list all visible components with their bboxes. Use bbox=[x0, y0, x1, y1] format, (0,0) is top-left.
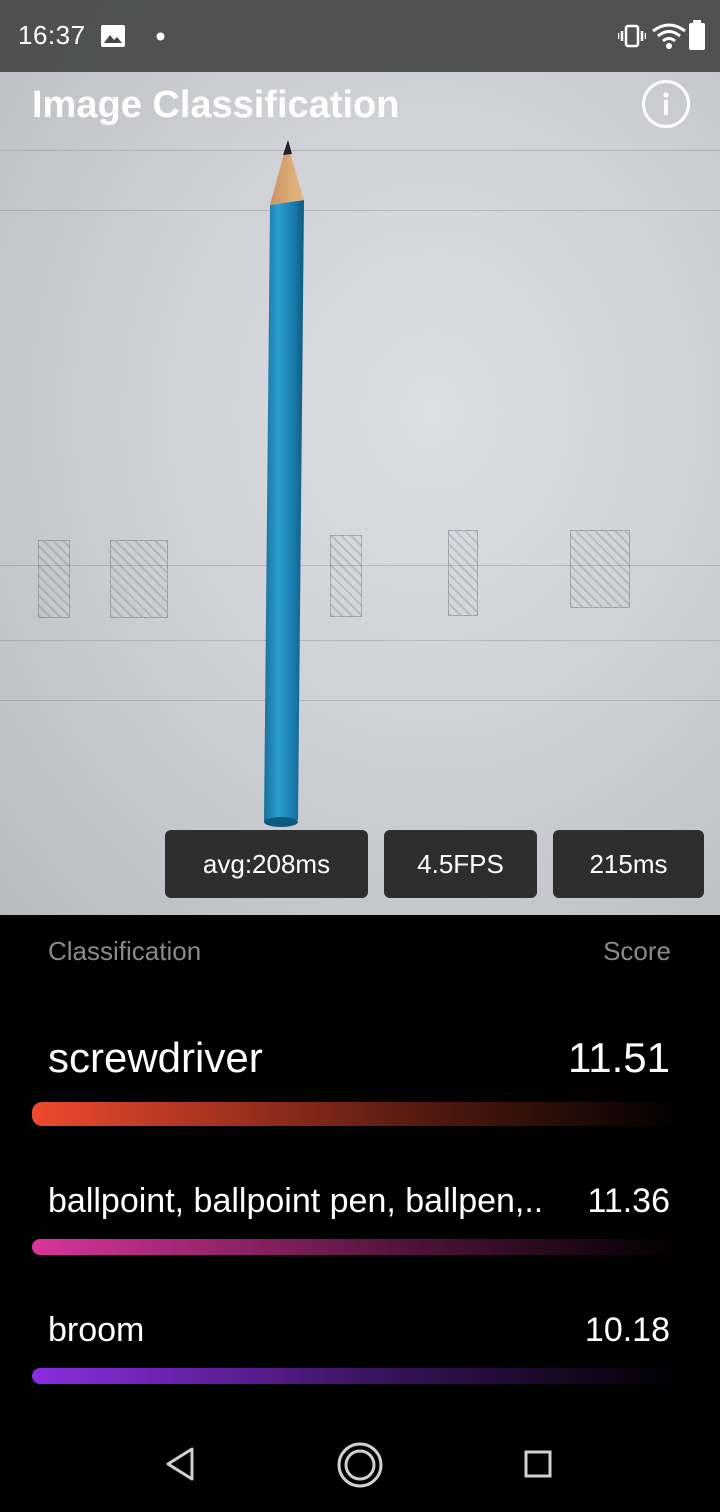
vibrate-icon bbox=[618, 24, 646, 48]
result-score: 10.18 bbox=[584, 1311, 670, 1349]
avg-latency-chip: avg:208ms bbox=[165, 830, 368, 898]
battery-icon bbox=[689, 20, 705, 50]
latency-chip: 215ms bbox=[553, 830, 704, 898]
result-score: 11.36 bbox=[587, 1182, 670, 1220]
dot-icon bbox=[156, 32, 165, 41]
avg-latency-text: avg:208ms bbox=[202, 848, 331, 879]
result-score: 11.51 bbox=[568, 1034, 670, 1081]
status-bar: 16:37 bbox=[0, 0, 720, 72]
result-label: broom bbox=[48, 1311, 145, 1349]
result-label: screwdriver bbox=[48, 1034, 263, 1081]
result-score-bar bbox=[32, 1239, 682, 1255]
recents-icon[interactable] bbox=[524, 1450, 552, 1478]
result-score-bar bbox=[32, 1368, 682, 1384]
latency-text: 215ms bbox=[589, 848, 668, 879]
classification-header: Classification bbox=[48, 936, 202, 966]
score-header: Score bbox=[603, 936, 671, 966]
pencil-image bbox=[264, 140, 304, 827]
info-icon[interactable] bbox=[642, 80, 690, 128]
camera-preview: 16:37 Image Classification avg:208ms 4.5… bbox=[0, 0, 720, 915]
app-title: Image Classification bbox=[32, 84, 400, 126]
result-score-bar bbox=[32, 1102, 682, 1126]
image-icon bbox=[101, 25, 125, 47]
status-time: 16:37 bbox=[18, 20, 86, 50]
wifi-icon bbox=[652, 23, 686, 49]
result-label: ballpoint, ballpoint pen, ballpen,.. bbox=[48, 1182, 544, 1220]
fps-text: 4.5FPS bbox=[417, 848, 504, 879]
fps-chip: 4.5FPS bbox=[384, 830, 537, 898]
back-icon[interactable] bbox=[164, 1446, 196, 1482]
navigation-bar bbox=[0, 1416, 720, 1512]
home-icon[interactable] bbox=[336, 1441, 384, 1489]
